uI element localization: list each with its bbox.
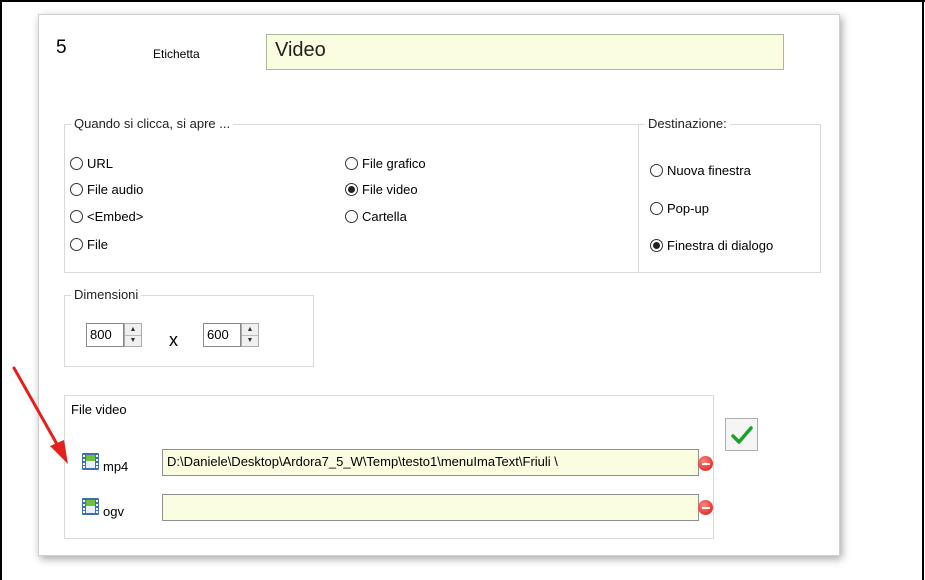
radio-pop-up[interactable]: Pop-up [650, 201, 709, 216]
spin-up-icon[interactable]: ▲ [242, 324, 258, 336]
radio-file[interactable]: File [70, 237, 108, 252]
remove-icon[interactable] [698, 500, 713, 515]
width-spinner[interactable]: 800 ▲ ▼ [86, 323, 142, 347]
radio-circle [345, 210, 358, 223]
destination-group-title: Destinazione: [645, 116, 730, 131]
dimensions-group-title: Dimensioni [71, 287, 142, 302]
dimensions-group: Dimensioni 800 ▲ ▼ x 600 ▲ ▼ [64, 287, 314, 367]
width-spin-buttons[interactable]: ▲ ▼ [124, 323, 142, 347]
frame-right-border [922, 0, 924, 580]
radio-circle [70, 238, 83, 251]
radio-label: Pop-up [667, 201, 709, 216]
height-spin-buttons[interactable]: ▲ ▼ [241, 323, 259, 347]
radio-circle-selected [650, 239, 663, 252]
radio-cartella[interactable]: Cartella [345, 209, 407, 224]
radio-finestra-dialogo[interactable]: Finestra di dialogo [650, 238, 773, 253]
radio-url[interactable]: URL [70, 156, 113, 171]
remove-icon[interactable] [698, 456, 713, 471]
label-input[interactable]: Video [266, 34, 784, 70]
radio-label: File [87, 237, 108, 252]
radio-circle [650, 164, 663, 177]
open-type-group: Quando si clicca, si apre ... URL File a… [64, 116, 639, 273]
radio-file-audio[interactable]: File audio [70, 182, 143, 197]
radio-circle-selected [345, 183, 358, 196]
radio-circle [70, 210, 83, 223]
radio-embed[interactable]: <Embed> [70, 209, 143, 224]
width-input[interactable]: 800 [86, 323, 124, 347]
radio-label: Cartella [362, 209, 407, 224]
radio-circle [650, 202, 663, 215]
radio-circle [70, 183, 83, 196]
height-spinner[interactable]: 600 ▲ ▼ [203, 323, 259, 347]
link-number: 5 [56, 37, 67, 58]
destination-group: Destinazione: Nuova finestra Pop-up Fine… [638, 116, 821, 273]
radio-label: Nuova finestra [667, 163, 751, 178]
format-label-mp4: mp4 [103, 459, 129, 474]
mp4-path-input[interactable]: D:\Daniele\Desktop\Ardora7_5_W\Temp\test… [162, 449, 699, 476]
radio-file-video[interactable]: File video [345, 182, 418, 197]
radio-label: Finestra di dialogo [667, 238, 774, 253]
format-label-ogv: ogv [103, 504, 124, 519]
radio-nuova-finestra[interactable]: Nuova finestra [650, 163, 751, 178]
confirm-button[interactable] [725, 418, 758, 451]
height-input[interactable]: 600 [203, 323, 241, 347]
open-type-group-title: Quando si clicca, si apre ... [71, 116, 234, 131]
radio-circle [70, 157, 83, 170]
frame-left-border [0, 0, 2, 580]
checkmark-icon [730, 425, 753, 444]
radio-circle [345, 157, 358, 170]
ogv-path-input[interactable] [162, 494, 699, 521]
radio-label: File grafico [362, 156, 426, 171]
radio-label: <Embed> [87, 209, 144, 224]
spin-down-icon[interactable]: ▼ [242, 336, 258, 347]
spin-down-icon[interactable]: ▼ [125, 336, 141, 347]
radio-label: File audio [87, 182, 144, 197]
film-icon[interactable] [82, 453, 99, 473]
dimension-separator: x [169, 330, 178, 350]
red-arrow-annotation [12, 366, 68, 464]
link-settings-panel: 5 Etichetta Video Quando si clicca, si a… [38, 14, 840, 556]
label-caption: Etichetta [153, 47, 200, 61]
radio-label: URL [87, 156, 114, 171]
frame-top-border [0, 0, 925, 2]
radio-label: File video [362, 182, 418, 197]
video-files-group: File video mp4 D:\Daniele\Desktop\Ardora… [64, 395, 714, 539]
film-icon[interactable] [82, 498, 99, 518]
spin-up-icon[interactable]: ▲ [125, 324, 141, 336]
radio-file-grafico[interactable]: File grafico [345, 156, 426, 171]
